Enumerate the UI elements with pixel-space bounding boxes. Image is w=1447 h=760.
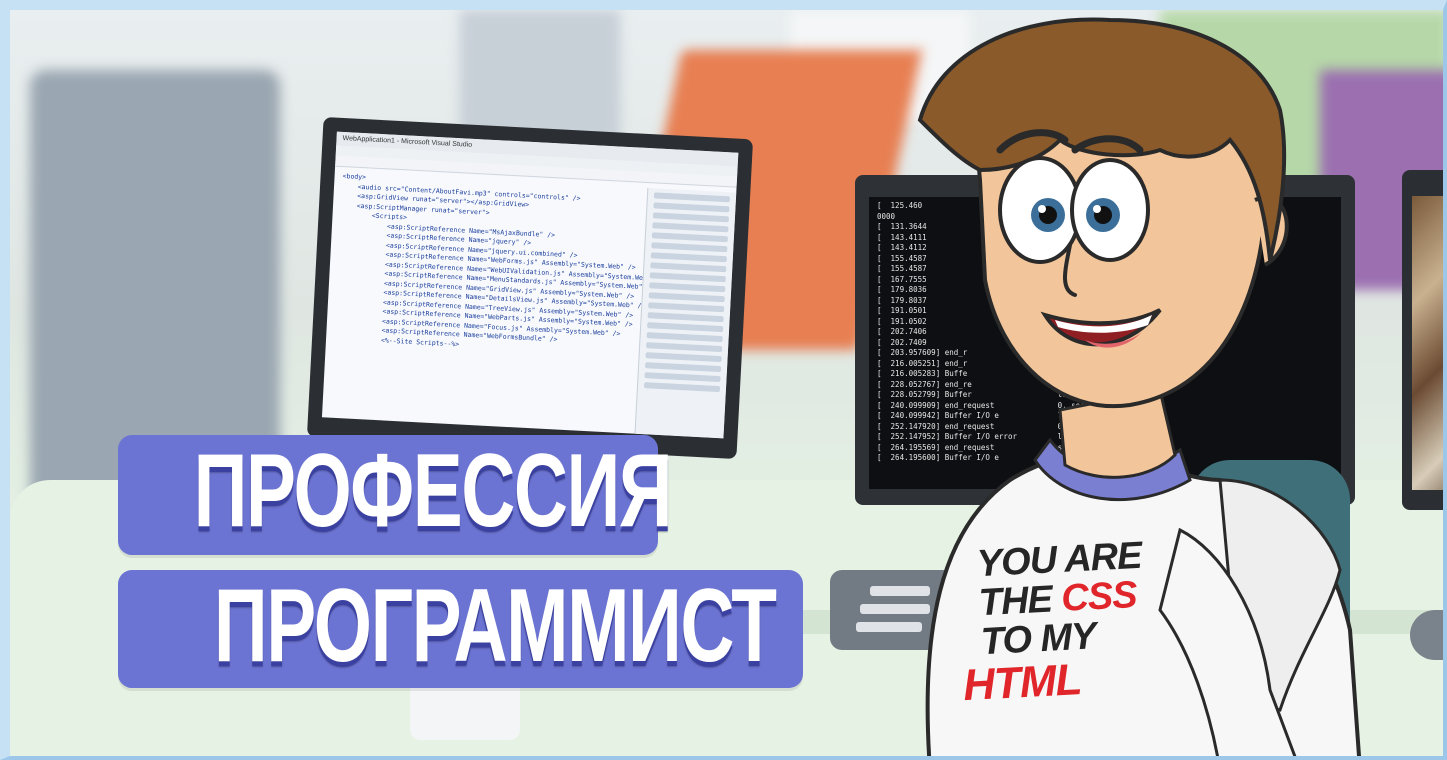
shirt-slogan: YOU ARE THE CSS TO MY HTML	[962, 533, 1184, 710]
title-line-2: ПРОГРАММИСТ	[213, 568, 777, 684]
title-plate-line-1: ПРОФЕССИЯ	[118, 433, 673, 555]
shirt-line-2-accent: CSS	[1060, 574, 1138, 620]
illustration-scene: WebApplication1 - Microsoft Visual Studi…	[10, 10, 1443, 756]
title-line-1: ПРОФЕССИЯ	[193, 433, 673, 549]
title-plate-line-2: ПРОГРАММИСТ	[118, 570, 803, 688]
ide-screen: WebApplication1 - Microsoft Visual Studi…	[321, 131, 739, 439]
ide-code-editor: <body> <audio src="Content/AboutFavi.mp3…	[330, 172, 662, 433]
image-frame: WebApplication1 - Microsoft Visual Studi…	[0, 0, 1447, 760]
monitor-ide: WebApplication1 - Microsoft Visual Studi…	[306, 116, 754, 460]
ide-solution-explorer	[634, 188, 737, 439]
